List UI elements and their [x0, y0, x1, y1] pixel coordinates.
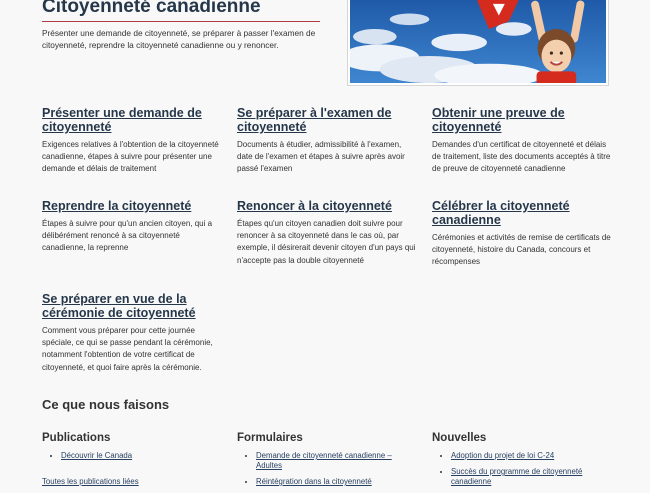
card-title-link[interactable]: Renoncer à la citoyenneté — [237, 199, 417, 213]
page-title: Citoyenneté canadienne — [42, 0, 261, 17]
hero-image-child-with-flag — [347, 0, 609, 86]
page-intro: Présenter une demande de citoyenneté, se… — [42, 28, 316, 50]
card-description: Comment vous préparer pour cette journée… — [42, 326, 213, 372]
card-description: Demandes d'un certificat de citoyenneté … — [432, 140, 611, 174]
card-prepare-test: Se préparer à l'examen de citoyenneté Do… — [237, 106, 417, 176]
forms-column: Formulaires Demande de citoyenneté canad… — [237, 432, 417, 493]
card-title-link[interactable]: Reprendre la citoyenneté — [42, 199, 222, 213]
list-item: Adoption du projet de loi C-24 — [451, 451, 612, 461]
card-description: Exigences relatives à l'obtention de la … — [42, 140, 219, 174]
card-title-link[interactable]: Se préparer à l'examen de citoyenneté — [237, 106, 417, 134]
form-link[interactable]: Demande de citoyenneté canadienne – Adul… — [256, 451, 392, 470]
card-description: Étapes qu'un citoyen canadien doit suivr… — [237, 219, 416, 265]
news-link[interactable]: Adoption du projet de loi C-24 — [451, 451, 554, 460]
news-heading: Nouvelles — [432, 432, 487, 444]
forms-heading: Formulaires — [237, 432, 303, 444]
card-description: Étapes à suivre pour qu'un ancien citoye… — [42, 219, 213, 253]
card-prepare-ceremony: Se préparer en vue de la cérémonie de ci… — [42, 292, 222, 374]
card-title-link[interactable]: Présenter une demande de citoyenneté — [42, 106, 222, 134]
publications-list: Découvrir le Canada — [42, 451, 222, 461]
title-underline — [42, 21, 320, 22]
list-item: Découvrir le Canada — [61, 451, 222, 461]
all-publications-link[interactable]: Toutes les publications liées — [42, 477, 139, 486]
form-link[interactable]: Réintégration dans la citoyenneté — [256, 477, 372, 486]
list-item: Succès du programme de citoyenneté canad… — [451, 467, 612, 487]
card-resume-citizenship: Reprendre la citoyenneté Étapes à suivre… — [42, 199, 222, 255]
card-proof-citizenship: Obtenir une preuve de citoyenneté Demand… — [432, 106, 612, 176]
card-title-link[interactable]: Obtenir une preuve de citoyenneté — [432, 106, 612, 134]
card-celebrate-citizenship: Célébrer la citoyenneté canadienne Cérém… — [432, 199, 612, 269]
card-title-link[interactable]: Se préparer en vue de la cérémonie de ci… — [42, 292, 222, 320]
what-we-do-heading: Ce que nous faisons — [42, 397, 170, 412]
publication-link[interactable]: Découvrir le Canada — [61, 451, 132, 460]
list-item: Réintégration dans la citoyenneté — [256, 477, 417, 487]
publications-heading: Publications — [42, 432, 111, 444]
news-link[interactable]: Succès du programme de citoyenneté canad… — [451, 467, 582, 486]
card-apply-citizenship: Présenter une demande de citoyenneté Exi… — [42, 106, 222, 176]
card-renounce-citizenship: Renoncer à la citoyenneté Étapes qu'un c… — [237, 199, 417, 267]
card-description: Cérémonies et activités de remise de cer… — [432, 233, 611, 267]
news-column: Nouvelles Adoption du projet de loi C-24… — [432, 432, 612, 493]
news-list: Adoption du projet de loi C-24 Succès du… — [432, 451, 612, 487]
card-description: Documents à étudier, admissibilité à l'e… — [237, 140, 405, 174]
list-item: Demande de citoyenneté canadienne – Adul… — [256, 451, 417, 471]
forms-list: Demande de citoyenneté canadienne – Adul… — [237, 451, 417, 487]
card-title-link[interactable]: Célébrer la citoyenneté canadienne — [432, 199, 612, 227]
publications-column: Publications Découvrir le Canada — [42, 432, 222, 467]
